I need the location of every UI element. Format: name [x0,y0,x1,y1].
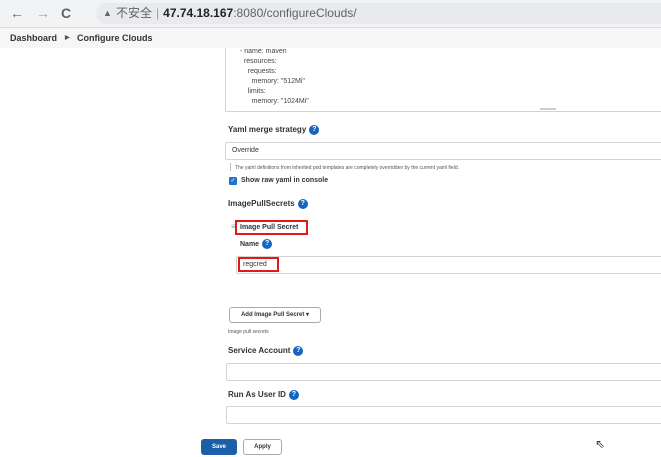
help-icon[interactable]: ? [297,199,308,209]
chevron-right-icon: ▶ [65,35,70,41]
run-as-user-id-input[interactable] [226,406,661,424]
url-path: :8080/configureClouds/ [233,6,357,20]
help-icon[interactable]: ? [293,346,304,356]
help-icon[interactable]: ? [288,390,299,400]
yaml-merge-strategy-description: The yaml definitions from inherited pod … [235,165,459,171]
yaml-line: requests: [240,68,277,75]
mouse-pointer-icon: ⇖ [595,437,606,451]
run-as-user-id-label: Run As User ID? [228,390,299,400]
save-button[interactable]: Save [201,439,237,455]
insecure-label: 不安全 [116,6,153,20]
add-image-pull-secret-button[interactable]: Add Image Pull Secret ▾ [229,307,321,323]
show-raw-yaml-checkbox[interactable]: ✓ [229,177,237,185]
yaml-line: resources: [240,58,277,65]
url-separator: | [156,6,160,20]
breadcrumb: Dashboard ▶ Configure Clouds [0,28,661,48]
back-icon[interactable]: ← [10,5,24,21]
name-label-text: Name [240,240,260,248]
highlight-box [238,257,279,272]
reload-icon[interactable]: C [61,5,71,21]
help-icon[interactable]: ? [262,239,273,249]
yaml-merge-strategy-label: Yaml merge strategy? [228,125,320,135]
service-account-label: Service Account? [228,346,304,356]
add-image-pull-secret-label: Add Image Pull Secret [240,312,305,318]
name-label: Name? [240,239,273,249]
yaml-line: memory: "512Mi" [240,78,305,85]
warning-icon: ▲ [103,8,112,18]
show-raw-yaml-label: Show raw yaml in console [241,177,329,184]
run-as-user-id-label-text: Run As User ID [228,390,286,400]
forward-icon[interactable]: → [36,5,50,21]
yaml-line: - name: maven [240,48,287,55]
help-icon[interactable]: ? [309,125,320,135]
image-pull-secret-name-input[interactable]: regcred [236,256,661,274]
address-bar[interactable]: ▲ 不安全 | 47.74.18.167:8080/configureClouds/ [96,3,661,24]
breadcrumb-dashboard[interactable]: Dashboard [10,28,57,48]
image-pull-secrets-help-text: Image pull secrets [228,329,269,335]
image-pull-secret-title: Image Pull Secret [240,224,299,231]
image-pull-secrets-label-text: ImagePullSecrets [228,199,295,209]
apply-button[interactable]: Apply [243,439,282,455]
yaml-merge-strategy-select[interactable]: Override [225,142,661,160]
browser-toolbar: ← → C ▲ 不安全 | 47.74.18.167:8080/configureC… [0,0,661,28]
chevron-down-icon: ▾ [306,312,310,318]
image-pull-secrets-label: ImagePullSecrets? [228,199,308,209]
yaml-line: limits: [240,88,266,95]
resize-handle[interactable] [540,108,556,110]
url-host: 47.74.18.167 [163,6,234,20]
yaml-line: memory: "1024Mi" [240,98,309,105]
breadcrumb-configure-clouds[interactable]: Configure Clouds [77,28,153,48]
description-rule [230,163,231,171]
yaml-merge-strategy-label-text: Yaml merge strategy [228,125,307,135]
service-account-label-text: Service Account [228,346,291,356]
yaml-textarea[interactable]: - name: maven resources: requests: memor… [225,48,661,112]
service-account-input[interactable] [226,363,661,381]
